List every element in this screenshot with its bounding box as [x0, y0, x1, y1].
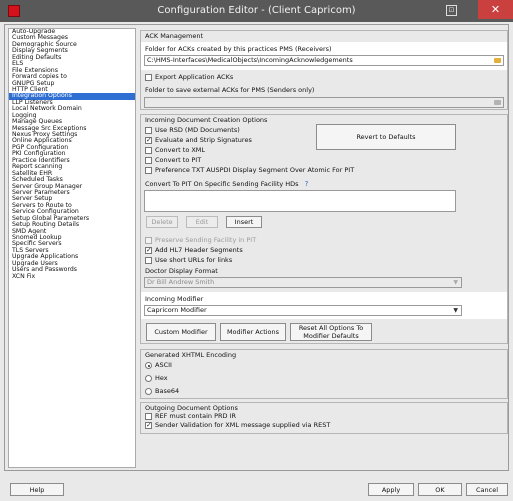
- checkbox-box[interactable]: [145, 157, 152, 164]
- incoming-option-checkbox-label: Evaluate and Strip Signatures: [155, 136, 252, 144]
- checkbox-box[interactable]: [145, 257, 152, 264]
- help-button[interactable]: Help: [10, 483, 64, 496]
- checkmark-icon[interactable]: ✓: [145, 422, 152, 429]
- incoming-option-checkbox-label: Convert to XML: [155, 146, 206, 154]
- folder-icon[interactable]: [494, 58, 501, 63]
- reset-modifier-defaults-button[interactable]: Reset All Options To Modifier Defaults: [290, 323, 372, 341]
- delete-button[interactable]: Delete: [146, 216, 178, 228]
- checkbox-box[interactable]: [145, 237, 152, 244]
- senders-folder-input[interactable]: [144, 97, 504, 108]
- chevron-down-icon: ▼: [453, 307, 458, 314]
- sidebar-item[interactable]: XCN Fix: [9, 273, 135, 280]
- incoming-option-checkbox-label: Use RSD (MD Documents): [155, 126, 240, 134]
- outgoing-option-checkbox-label: REF must contain PRD IR: [155, 412, 237, 420]
- help-link[interactable]: ?: [305, 180, 309, 188]
- incoming-option-checkbox-label: Convert to PIT: [155, 156, 202, 164]
- insert-button[interactable]: Insert: [226, 216, 262, 228]
- xhtml-encoding-title: Generated XHTML Encoding: [145, 351, 237, 359]
- apply-button[interactable]: Apply: [368, 483, 414, 496]
- doctor-format-select[interactable]: Dr Bill Andrew Smith ▼: [144, 277, 462, 288]
- pit-hds-label: Convert To PIT On Specific Sending Facil…: [145, 180, 308, 188]
- modifier-actions-button[interactable]: Modifier Actions: [220, 323, 286, 341]
- export-acks-label: Export Application ACKs: [155, 73, 234, 81]
- pit-hds-text: Convert To PIT On Specific Sending Facil…: [145, 180, 299, 188]
- incoming-extra-checkbox-label: Add HL7 Header Segments: [155, 246, 243, 254]
- folder-icon[interactable]: [494, 100, 501, 105]
- incoming-extra-checkbox-label: Preserve Sending Facility in PIT: [155, 236, 257, 244]
- checkbox-box[interactable]: [145, 74, 152, 81]
- radio-dot-icon[interactable]: [145, 388, 152, 395]
- checkbox-box[interactable]: [145, 167, 152, 174]
- chevron-down-icon: ▼: [453, 279, 458, 286]
- facility-hds-list[interactable]: [144, 190, 456, 212]
- ok-button[interactable]: OK: [418, 483, 462, 496]
- title-bar: Configuration Editor - (Client Capricom)…: [0, 0, 513, 22]
- ack-management-title: ACK Management: [145, 32, 204, 40]
- reset-label-line1: Reset All Options To: [298, 324, 364, 332]
- outgoing-option-checkbox-label: Sender Validation for XML message suppli…: [155, 421, 331, 429]
- incoming-option-checkbox-label: Preference TXT AUSPDI Display Segment Ov…: [155, 166, 355, 174]
- receivers-folder-input[interactable]: C:\HMS-Interfaces\MedicalObjects\Incomin…: [144, 55, 504, 66]
- close-button[interactable]: ✕: [478, 0, 513, 19]
- checkmark-icon[interactable]: ✓: [145, 137, 152, 144]
- receivers-folder-label: Folder for ACKs created by this practice…: [145, 45, 332, 53]
- custom-modifier-button[interactable]: Custom Modifier: [146, 323, 216, 341]
- checkbox-box[interactable]: [145, 413, 152, 420]
- edit-button[interactable]: Edit: [186, 216, 218, 228]
- incoming-modifier-label: Incoming Modifier: [145, 295, 204, 303]
- revert-to-defaults-button[interactable]: Revert to Defaults: [316, 124, 456, 150]
- radio-dot-icon[interactable]: [145, 362, 152, 369]
- cancel-button[interactable]: Cancel: [466, 483, 508, 496]
- encoding-radio-label: Base64: [155, 387, 180, 395]
- radio-dot-icon[interactable]: [145, 375, 152, 382]
- window-menu-icon[interactable]: ⊡: [446, 5, 457, 16]
- checkbox-box[interactable]: [145, 147, 152, 154]
- reset-label-line2: Modifier Defaults: [303, 332, 359, 340]
- sidebar-list[interactable]: Auto-Upgrade Custom Messages Demographic S…: [8, 28, 136, 468]
- doctor-format-label: Doctor Display Format: [145, 267, 218, 275]
- incoming-options-title: Incoming Document Creation Options: [145, 116, 268, 124]
- incoming-modifier-select[interactable]: Capricorn Modifier ▼: [144, 305, 462, 316]
- senders-folder-label: Folder to save external ACKs for PMS (Se…: [145, 86, 315, 94]
- outgoing-options-title: Outgoing Document Options: [145, 404, 238, 412]
- checkbox-box[interactable]: [145, 127, 152, 134]
- encoding-radio-label: Hex: [155, 374, 168, 382]
- incoming-modifier-value: Capricorn Modifier: [147, 306, 207, 314]
- incoming-extra-checkbox-label: Use short URLs for links: [155, 256, 233, 264]
- checkmark-icon[interactable]: ✓: [145, 247, 152, 254]
- doctor-format-value: Dr Bill Andrew Smith: [147, 278, 215, 286]
- receivers-folder-path: C:\HMS-Interfaces\MedicalObjects\Incomin…: [147, 56, 353, 64]
- window-title: Configuration Editor - (Client Capricom): [157, 5, 356, 16]
- encoding-radio-label: ASCII: [155, 361, 172, 369]
